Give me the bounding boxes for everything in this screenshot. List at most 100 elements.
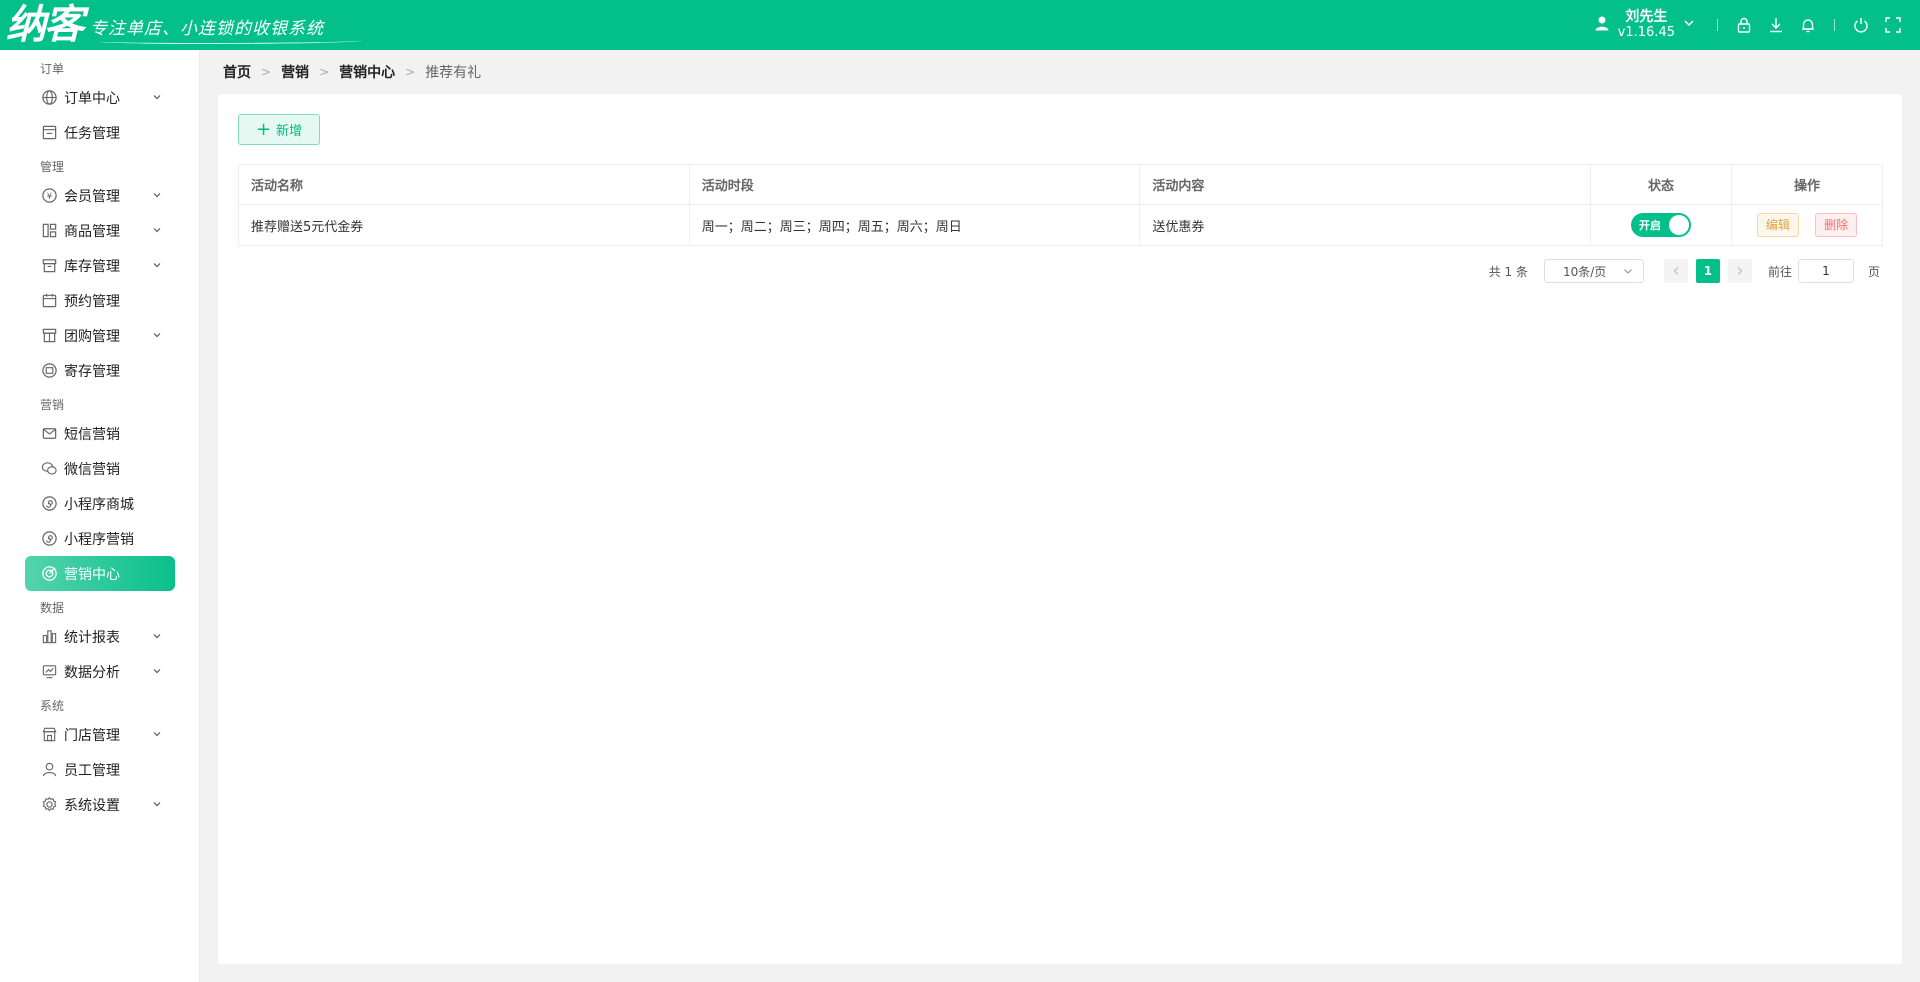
sidebar-item-booking[interactable]: 预约管理	[0, 283, 174, 318]
task-icon	[40, 124, 58, 142]
sidebar-item-label: 门店管理	[64, 727, 120, 744]
logo: 纳客 专注单店、小连锁的收银系统	[0, 0, 362, 50]
sidebar-item-reports[interactable]: 统计报表	[0, 619, 174, 654]
breadcrumb-home[interactable]: 首页	[223, 62, 251, 82]
user-menu[interactable]: 刘先生 v1.16.45	[1594, 9, 1695, 41]
sidebar-item-label: 小程序营销	[64, 531, 134, 548]
page-size-select[interactable]: 10条/页	[1543, 259, 1644, 283]
sidebar-item-label: 任务管理	[64, 125, 120, 142]
goto-page-input[interactable]	[1797, 259, 1854, 283]
edit-button[interactable]: 编辑	[1756, 213, 1799, 237]
calendar-icon	[40, 292, 58, 310]
fullscreen-icon[interactable]	[1882, 14, 1904, 36]
goods-icon	[40, 222, 58, 240]
globe-icon	[40, 89, 58, 107]
chevron-right-icon: >	[319, 65, 330, 79]
page-number-current[interactable]: 1	[1695, 259, 1720, 283]
sidebar-item-label: 预约管理	[64, 293, 120, 310]
sidebar-item-label: 团购管理	[64, 328, 120, 345]
column-header: 操作	[1731, 164, 1883, 205]
toggle-knob	[1669, 215, 1690, 235]
sidebar-item-label: 订单中心	[64, 90, 120, 107]
activity-table: 活动名称 活动时段 活动内容 状态 操作 推荐赠送5元代金券 周一；周二；周三；…	[238, 164, 1883, 246]
sidebar-group-label: 管理	[40, 160, 65, 174]
app-version: v1.16.45	[1617, 25, 1675, 40]
sidebar-item-label: 小程序商城	[64, 496, 134, 513]
power-icon[interactable]	[1850, 14, 1872, 36]
page-size-value: 10条/页	[1562, 264, 1607, 279]
lock-icon[interactable]	[1733, 14, 1755, 36]
actions-cell: 编辑 删除	[1731, 204, 1883, 246]
sidebar-item-label: 微信营销	[64, 461, 120, 478]
sidebar-item-label: 会员管理	[64, 188, 120, 205]
sidebar-item-label: 商品管理	[64, 223, 120, 240]
pagination: 共 1 条 10条/页 1 前往 页	[1489, 259, 1880, 283]
sidebar-group-label: 订单	[40, 62, 65, 76]
breadcrumb-marketing[interactable]: 营销	[281, 62, 309, 82]
breadcrumb-marketing-center[interactable]: 营销中心	[339, 62, 395, 82]
column-header: 活动时段	[688, 164, 1141, 205]
header-toolbar: 刘先生 v1.16.45	[1594, 0, 1920, 50]
sidebar-item-groupbuy[interactable]: 团购管理	[0, 318, 174, 353]
sidebar-item-label: 数据分析	[64, 664, 120, 681]
sidebar-item-storage[interactable]: 寄存管理	[0, 353, 174, 388]
chevron-left-icon	[1673, 267, 1679, 275]
sidebar-item-label: 统计报表	[64, 629, 120, 646]
table-row: 推荐赠送5元代金券 周一；周二；周三；周四；周五；周六；周日 送优惠券 开启 编…	[238, 204, 1883, 246]
sidebar-item-stores[interactable]: 门店管理	[0, 717, 174, 752]
header-divider	[1717, 19, 1718, 31]
next-page-button[interactable]	[1727, 259, 1752, 283]
chevron-down-icon	[153, 333, 161, 338]
status-toggle-label: 开启	[1639, 219, 1662, 232]
logo-slogan: 专注单店、小连锁的收银系统	[90, 18, 324, 39]
chevron-right-icon: >	[261, 65, 272, 79]
download-icon[interactable]	[1765, 14, 1787, 36]
sidebar-item-label: 短信营销	[64, 426, 120, 443]
chevron-down-icon	[1683, 17, 1695, 33]
goto-unit: 页	[1867, 264, 1880, 279]
bar-chart-icon	[40, 628, 58, 646]
groupbuy-icon	[40, 327, 58, 345]
chevron-down-icon	[153, 669, 161, 674]
wechat-icon	[40, 460, 58, 478]
add-button-label: 新增	[276, 124, 303, 139]
logo-text: 纳客	[6, 1, 84, 48]
miniprogram-icon	[40, 495, 58, 513]
sidebar-item-analytics[interactable]: 数据分析	[0, 654, 174, 689]
sidebar-item-members[interactable]: ¥ 会员管理	[0, 178, 174, 213]
sidebar-item-tasks[interactable]: 任务管理	[0, 115, 174, 150]
chevron-down-icon	[153, 193, 161, 198]
column-header: 活动内容	[1139, 164, 1592, 205]
sidebar-item-wechat[interactable]: 微信营销	[0, 451, 174, 486]
staff-icon	[40, 761, 58, 779]
prev-page-button[interactable]	[1663, 259, 1688, 283]
chevron-down-icon	[153, 802, 161, 807]
sidebar-item-label: 营销中心	[64, 566, 120, 583]
bell-icon[interactable]	[1797, 14, 1819, 36]
delete-button[interactable]: 删除	[1815, 213, 1858, 237]
sidebar-item-label: 系统设置	[64, 797, 120, 814]
sidebar-item-mini-marketing[interactable]: 小程序营销	[0, 521, 174, 556]
sidebar-item-goods[interactable]: 商品管理	[0, 213, 174, 248]
status-toggle[interactable]: 开启	[1631, 213, 1692, 237]
sidebar-item-marketing-center[interactable]: 营销中心	[25, 556, 175, 591]
activity-period: 周一；周二；周三；周四；周五；周六；周日	[688, 204, 1141, 246]
target-icon	[40, 565, 58, 583]
settings-icon	[40, 796, 58, 814]
status-cell: 开启	[1590, 204, 1733, 246]
column-header: 状态	[1590, 164, 1733, 205]
sidebar-item-order-center[interactable]: 订单中心	[0, 80, 174, 115]
add-button[interactable]: + 新增	[238, 114, 320, 145]
sidebar-item-mini-mall[interactable]: 小程序商城	[0, 486, 174, 521]
header-divider	[1834, 19, 1835, 31]
goto-label: 前往	[1767, 264, 1792, 279]
sidebar-item-inventory[interactable]: 库存管理	[0, 248, 174, 283]
sidebar-item-staff[interactable]: 员工管理	[0, 752, 174, 787]
chevron-right-icon	[1737, 267, 1743, 275]
chevron-down-icon	[153, 228, 161, 233]
sidebar-item-settings[interactable]: 系统设置	[0, 787, 174, 822]
activity-content: 送优惠券	[1139, 204, 1592, 246]
inventory-icon	[40, 257, 58, 275]
chevron-down-icon	[153, 732, 161, 737]
sidebar-item-sms[interactable]: 短信营销	[0, 416, 174, 451]
